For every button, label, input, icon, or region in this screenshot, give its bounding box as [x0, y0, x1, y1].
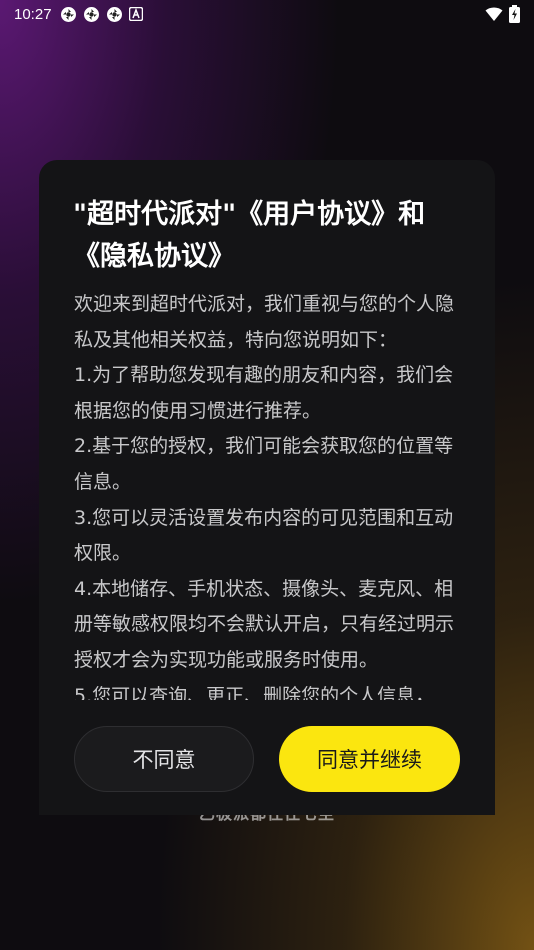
- notification-icons: [60, 6, 143, 23]
- wifi-icon: [485, 7, 503, 21]
- sync-icon: [106, 6, 122, 22]
- status-left: 10:27: [14, 6, 143, 23]
- agreement-paragraph: 5.您可以查询、更正、删除您的个人信息，: [74, 684, 435, 700]
- privacy-agreement-dialog: "超时代派对"《用户协议》和《隐私协议》 欢迎来到超时代派对，我们重视与您的个人…: [39, 160, 495, 815]
- status-right: [485, 5, 520, 23]
- sync-icon: [83, 6, 99, 22]
- agreement-paragraph: 欢迎来到超时代派对，我们重视与您的个人隐私及其他相关权益，特向您说明如下：: [74, 293, 455, 351]
- agreement-paragraph: 3.您可以灵活设置发布内容的可见范围和互动权限。: [74, 506, 454, 565]
- agreement-paragraph: 4.本地储存、手机状态、摄像头、麦克风、相册等敏感权限均不会默认开启，只有经过明…: [74, 577, 455, 671]
- dialog-title: "超时代派对"《用户协议》和《隐私协议》: [73, 199, 426, 272]
- agreement-paragraph: 2.基于您的授权，我们可能会获取您的位置等信息。: [74, 435, 454, 493]
- agreement-text-scroll[interactable]: 欢迎来到超时代派对，我们重视与您的个人隐私及其他相关权益，特向您说明如下： 1.…: [74, 287, 464, 700]
- status-time: 10:27: [14, 5, 52, 23]
- accept-continue-button[interactable]: 同意并继续: [279, 726, 460, 792]
- decline-button[interactable]: 不同意: [74, 726, 254, 792]
- battery-charging-icon: [509, 5, 520, 23]
- sync-icon: [60, 6, 76, 22]
- agreement-paragraph: 1.为了帮助您发现有趣的朋友和内容，我们会根据您的使用习惯进行推荐。: [74, 364, 454, 422]
- status-bar: 10:27: [0, 0, 534, 28]
- app-a-icon: [128, 7, 143, 21]
